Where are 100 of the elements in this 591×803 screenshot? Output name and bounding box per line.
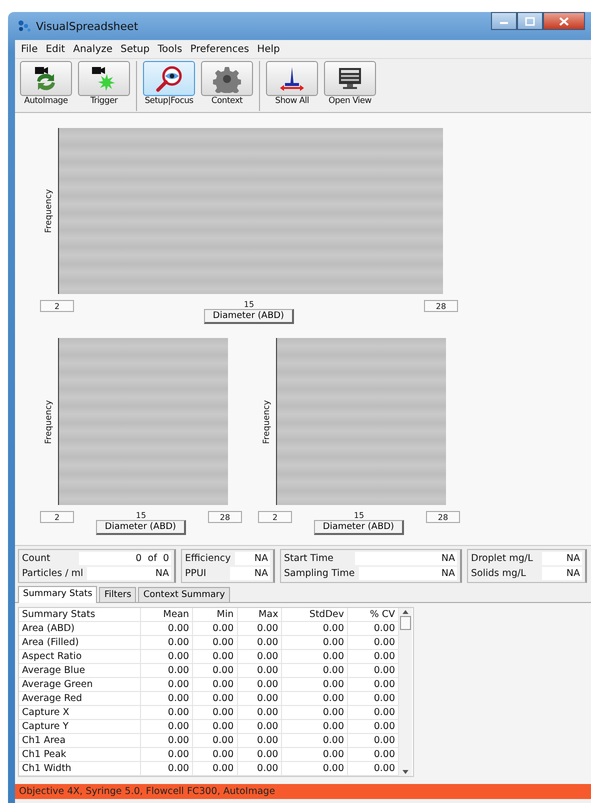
table-cell: 0.00 — [140, 706, 193, 720]
menu-item[interactable]: Setup — [116, 44, 154, 54]
table-cell: 0.00 — [140, 622, 193, 636]
toolbar-button[interactable] — [20, 61, 72, 96]
scrollbar-thumb[interactable] — [400, 616, 411, 630]
column-header: Mean — [140, 608, 193, 622]
table-cell: Ch1 Peak — [19, 748, 140, 762]
axis-title: Frequency — [44, 400, 54, 444]
close-icon — [559, 16, 569, 26]
minimize-button[interactable] — [491, 12, 517, 30]
menu-item[interactable]: Analyze — [69, 44, 117, 54]
table-cell: 0.00 — [237, 706, 282, 720]
menu-item[interactable]: File — [17, 44, 42, 54]
range-max-field[interactable]: 28 — [208, 511, 242, 523]
scroll-down-icon[interactable] — [402, 768, 409, 776]
table-cell: Ch1 Width — [19, 762, 140, 776]
toolbar-label: AutoImage — [24, 96, 68, 106]
table-cell: 0.00 — [192, 706, 238, 720]
table-cell: Average Red — [19, 692, 140, 706]
table-cell: 0.00 — [282, 706, 348, 720]
stat-label: Solids mg/L — [471, 568, 527, 578]
table-cell: 0.00 — [237, 622, 282, 636]
table-cell: 0.00 — [282, 734, 348, 748]
table-cell: 0.00 — [282, 622, 348, 636]
tab[interactable]: Filters — [99, 587, 136, 602]
table-cell: 0.00 — [282, 650, 348, 664]
stat-value: NA — [87, 566, 171, 580]
toolbar-button[interactable] — [266, 61, 318, 96]
menu-item[interactable]: Preferences — [186, 44, 254, 54]
stat-value: NA — [358, 566, 457, 580]
app-icon — [17, 19, 31, 33]
table-cell: 0.00 — [282, 692, 348, 706]
stat-label: Sampling Time — [284, 568, 356, 578]
stat-value: NA — [542, 552, 582, 564]
table-cell: 0.00 — [192, 636, 238, 650]
menu-item[interactable]: Edit — [42, 44, 70, 54]
axis-parameter-button[interactable]: Diameter (ABD) — [204, 309, 294, 324]
table-cell: 0.00 — [237, 664, 282, 678]
table-cell: 0.00 — [237, 678, 282, 692]
table-cell: 0.00 — [282, 664, 348, 678]
table-cell: Area (Filled) — [19, 636, 140, 650]
range-min-field[interactable]: 2 — [258, 511, 292, 523]
menu-item[interactable]: Help — [253, 44, 284, 54]
stat-label: Droplet mg/L — [471, 552, 534, 564]
table-cell: 0.00 — [282, 678, 348, 692]
range-max-field[interactable]: 28 — [424, 300, 458, 312]
table-cell: 0.00 — [192, 748, 238, 762]
table-cell: 0.00 — [140, 762, 193, 776]
table-cell: 0.00 — [140, 720, 193, 734]
axis-parameter-button[interactable]: Diameter (ABD) — [314, 520, 404, 535]
stat-value: NA — [542, 566, 582, 580]
range-max-field[interactable]: 28 — [426, 511, 460, 523]
table-cell: 0.00 — [237, 650, 282, 664]
axis-midpoint: 15 — [354, 511, 364, 520]
table-cell: 0.00 — [140, 636, 193, 650]
toolbar-label: Setup|Focus — [144, 96, 194, 106]
menu-item[interactable]: Tools — [154, 44, 186, 54]
tab[interactable]: Summary Stats — [18, 586, 98, 603]
stat-value: NA — [230, 566, 270, 580]
table-cell: 0.00 — [140, 748, 193, 762]
axis-parameter-button[interactable]: Diameter (ABD) — [96, 520, 186, 535]
table-cell: Aspect Ratio — [19, 650, 140, 664]
table-cell: 0.00 — [192, 650, 238, 664]
gear-icon — [213, 64, 241, 92]
status-bar: Objective 4X, Syringe 5.0, Flowcell FC300, AutoImage — [15, 784, 591, 799]
toolbar-label: Show All — [275, 96, 309, 106]
table-cell: 0.00 — [237, 762, 282, 776]
table-cell: Ch1 Area — [19, 734, 140, 748]
table-cell: 0.00 — [140, 650, 193, 664]
table-cell: 0.00 — [192, 734, 238, 748]
table-cell: 0.00 — [282, 762, 348, 776]
table-cell: Capture Y — [19, 720, 140, 734]
axis-title: Frequency — [262, 400, 272, 444]
range-min-field[interactable]: 2 — [40, 511, 74, 523]
table-cell: 0.00 — [192, 664, 238, 678]
range-min-field[interactable]: 2 — [40, 300, 74, 312]
column-header: Min — [192, 608, 238, 622]
axis-title: Frequency — [44, 189, 54, 233]
stat-label: Start Time — [284, 552, 334, 564]
stat-label: Efficiency — [185, 552, 232, 564]
tab[interactable]: Context Summary — [138, 587, 230, 602]
stat-label: Count — [22, 552, 52, 564]
stat-value: NA — [234, 552, 270, 564]
stat-value: NA — [355, 552, 457, 564]
close-button[interactable] — [543, 12, 585, 30]
column-header: StdDev — [282, 608, 348, 622]
toolbar-button[interactable] — [201, 61, 253, 96]
maximize-button[interactable] — [517, 12, 543, 30]
toolbar-button[interactable] — [143, 61, 195, 96]
toolbar-button[interactable] — [78, 61, 130, 96]
column-header: Max — [237, 608, 282, 622]
table-cell: Average Blue — [19, 664, 140, 678]
table-cell: Area (ABD) — [19, 622, 140, 636]
stat-label: PPUI — [185, 568, 208, 578]
magnifier-eye-icon — [154, 64, 184, 92]
table-cell: 0.00 — [192, 720, 238, 734]
toolbar-button[interactable] — [324, 61, 376, 96]
toolbar-label: Trigger — [90, 96, 118, 106]
toolbar-label: Context — [211, 96, 243, 106]
scroll-up-icon[interactable] — [402, 608, 409, 616]
